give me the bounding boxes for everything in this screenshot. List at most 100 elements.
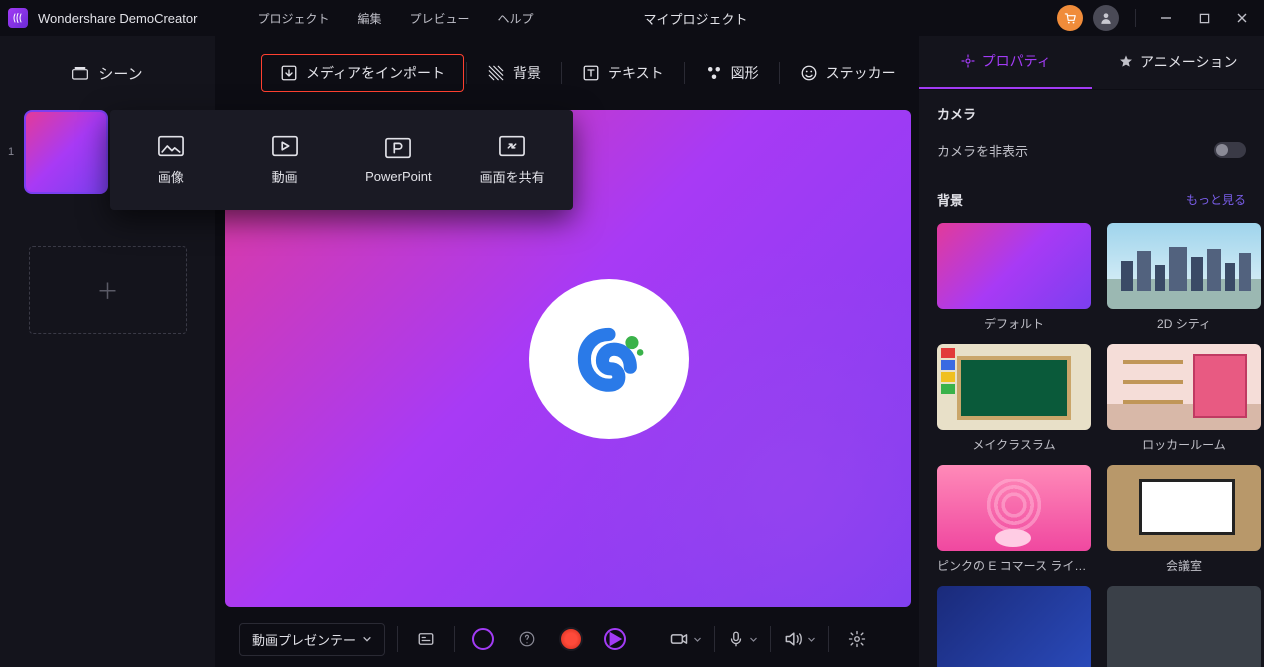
image-icon <box>158 135 184 157</box>
tab-shape-label: 図形 <box>731 63 759 83</box>
animation-icon <box>1118 54 1134 70</box>
scene-number: 1 <box>8 146 16 158</box>
tab-background-label: 背景 <box>513 63 541 83</box>
properties-panel: プロパティ アニメーション カメラ カメラを非表示 背景 もっと見る デフォルト… <box>919 36 1264 667</box>
import-video[interactable]: 動画 <box>231 135 339 186</box>
tab-import-media[interactable]: メディアをインポート <box>261 54 464 92</box>
bg-pink-ecommerce[interactable]: ピンクの E コマース ライブ ... <box>937 465 1091 574</box>
tab-shape[interactable]: 図形 <box>687 55 777 91</box>
background-icon <box>487 64 505 82</box>
video-icon <box>272 135 298 157</box>
camera-dropdown[interactable] <box>669 629 702 649</box>
user-button[interactable] <box>1093 5 1119 31</box>
bg-2d-city[interactable]: 2D シティ <box>1107 223 1261 332</box>
presenter-label: 動画プレゼンテー <box>252 630 356 649</box>
chevron-down-icon <box>693 635 702 644</box>
menu-preview[interactable]: プレビュー <box>409 10 469 27</box>
chevron-down-icon <box>807 635 816 644</box>
window-maximize[interactable] <box>1190 4 1218 32</box>
bg-thumb <box>1107 223 1261 309</box>
add-scene-button[interactable]: ＋ <box>29 246 187 334</box>
tab-text[interactable]: テキスト <box>564 55 682 91</box>
tab-properties[interactable]: プロパティ <box>919 36 1092 89</box>
app-name: Wondershare DemoCreator <box>38 11 197 26</box>
bg-label: ピンクの E コマース ライブ ... <box>937 557 1091 574</box>
tab-properties-label: プロパティ <box>982 51 1051 71</box>
teleprompter-button[interactable] <box>410 623 442 655</box>
scene-thumbnail[interactable] <box>24 110 108 194</box>
record-button[interactable] <box>555 623 587 655</box>
sticker-icon <box>800 64 818 82</box>
bg-conference[interactable]: 会議室 <box>1107 465 1261 574</box>
scenes-header: シーン <box>0 36 215 110</box>
tab-import-label: メディアをインポート <box>306 63 445 83</box>
bg-label: メイクラスラム <box>972 436 1055 453</box>
mic-icon <box>727 629 745 649</box>
import-image[interactable]: 画像 <box>117 135 225 186</box>
import-popup: 画像 動画 PowerPoint 画面を共有 <box>110 110 573 210</box>
gear-icon <box>848 630 866 648</box>
bg-extra-1[interactable] <box>937 586 1091 667</box>
presenter-dropdown[interactable]: 動画プレゼンテー <box>239 623 385 656</box>
tab-animation[interactable]: アニメーション <box>1092 36 1264 89</box>
tab-text-label: テキスト <box>608 63 664 83</box>
bg-locker-room[interactable]: ロッカールーム <box>1107 344 1261 453</box>
view-more-link[interactable]: もっと見る <box>1186 191 1246 208</box>
chevron-down-icon <box>362 634 372 644</box>
text-icon <box>582 64 600 82</box>
background-section-label: 背景 <box>937 190 963 209</box>
background-grid: デフォルト 2D シティ メイクラスラム ロッカールーム ピンクの E コマース… <box>919 219 1264 667</box>
toolbar: メディアをインポート 背景 テキスト 図形 ステッカー <box>219 36 915 110</box>
bg-thumb <box>1107 586 1261 667</box>
mic-dropdown[interactable] <box>727 629 758 649</box>
help-button[interactable] <box>511 623 543 655</box>
menu-help[interactable]: ヘルプ <box>498 10 534 27</box>
tab-sticker-label: ステッカー <box>826 63 896 83</box>
speaker-icon <box>783 629 803 649</box>
import-image-label: 画像 <box>158 167 184 186</box>
bg-thumb <box>1107 465 1261 551</box>
bg-thumb <box>937 465 1091 551</box>
menu-project[interactable]: プロジェクト <box>257 10 329 27</box>
ring-icon <box>472 628 494 650</box>
import-icon <box>280 64 298 82</box>
main-menu: プロジェクト 編集 プレビュー ヘルプ <box>257 10 533 27</box>
bg-label: 会議室 <box>1166 557 1202 574</box>
speaker-dropdown[interactable] <box>783 629 816 649</box>
bg-label: 2D シティ <box>1157 315 1211 332</box>
hide-camera-label: カメラを非表示 <box>937 141 1028 160</box>
import-video-label: 動画 <box>272 167 298 186</box>
hide-camera-toggle[interactable] <box>1214 142 1246 158</box>
window-close[interactable] <box>1228 4 1256 32</box>
canvas-logo <box>529 279 689 439</box>
bottom-toolbar: 動画プレゼンテー <box>219 611 915 667</box>
scenes-icon <box>72 66 88 80</box>
bg-thumb <box>937 586 1091 667</box>
app-logo <box>8 8 28 28</box>
share-screen-icon <box>499 135 525 157</box>
bg-thumb <box>937 223 1091 309</box>
tab-sticker[interactable]: ステッカー <box>782 55 914 91</box>
tab-background[interactable]: 背景 <box>469 55 559 91</box>
powerpoint-icon <box>385 137 411 159</box>
bg-default[interactable]: デフォルト <box>937 223 1091 332</box>
import-share-label: 画面を共有 <box>480 167 545 186</box>
import-powerpoint[interactable]: PowerPoint <box>344 137 452 184</box>
camera-section-label: カメラ <box>919 90 1264 133</box>
bg-label: ロッカールーム <box>1142 436 1226 453</box>
bg-extra-2[interactable] <box>1107 586 1261 667</box>
settings-button[interactable] <box>841 623 873 655</box>
play-button[interactable] <box>599 623 631 655</box>
chevron-down-icon <box>749 635 758 644</box>
window-minimize[interactable] <box>1152 4 1180 32</box>
title-bar: Wondershare DemoCreator プロジェクト 編集 プレビュー … <box>0 0 1264 36</box>
shape-icon <box>705 64 723 82</box>
import-ppt-label: PowerPoint <box>365 169 431 184</box>
bg-label: デフォルト <box>984 315 1044 332</box>
bg-thumb <box>937 344 1091 430</box>
menu-edit[interactable]: 編集 <box>357 10 381 27</box>
import-screen-share[interactable]: 画面を共有 <box>458 135 566 186</box>
effect-button[interactable] <box>467 623 499 655</box>
bg-classroom[interactable]: メイクラスラム <box>937 344 1091 453</box>
cart-button[interactable] <box>1057 5 1083 31</box>
